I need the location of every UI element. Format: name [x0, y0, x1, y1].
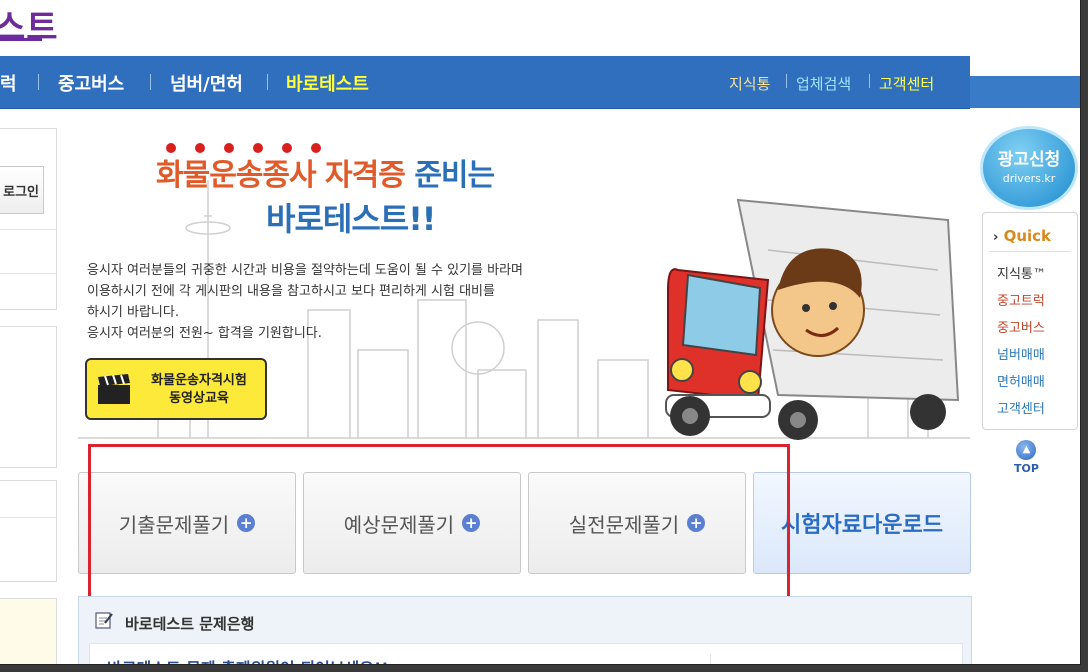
headline-part1: 화물운송종사 자격증: [156, 158, 406, 193]
memo-pencil-icon: [95, 612, 113, 629]
truck-illustration: [665, 198, 960, 440]
video-button-label: 화물운송자격시험 동영상교육: [139, 372, 259, 408]
left-panel-2: [0, 326, 57, 468]
divider: [0, 229, 56, 230]
nav-link-company-search[interactable]: 업체검색: [796, 73, 851, 94]
nav-item-barotest[interactable]: 바로테스트: [286, 70, 369, 96]
top-nav: 럭 중고버스 넘버/면허 바로테스트 지식통 업체검색 고객센터: [0, 56, 970, 109]
question-bank-link[interactable]: 바로테스트 문제 출제위원이 되어보세요!!: [107, 655, 389, 664]
desc-line: 이용하시기 전에 각 게시판의 내용을 참고하시고 보다 편리하게 시험 대비를: [87, 284, 495, 299]
nav-separator: [38, 74, 39, 90]
red-highlight-box: [88, 444, 790, 604]
tab-label: 시험자료다운로드: [781, 513, 943, 538]
video-education-button[interactable]: 화물운송자격시험 동영상교육: [85, 358, 267, 420]
nav-item-truck[interactable]: 럭: [0, 70, 17, 96]
divider: [0, 517, 56, 518]
quick-item-license-trade[interactable]: 면허매매: [997, 371, 1045, 390]
nav-separator: [786, 74, 787, 88]
quick-item-used-bus[interactable]: 중고버스: [997, 317, 1045, 336]
logo-underline: [0, 38, 42, 41]
ad-domain: drivers.kr: [1002, 172, 1056, 185]
divider: [0, 273, 56, 274]
scroll-top-button[interactable]: ▲ TOP: [1014, 440, 1039, 475]
desc-line: 응시자 여러분들의 귀중한 시간과 비용을 절약하는데 도움이 될 수 있기를 …: [87, 263, 524, 278]
desc-line: 응시자 여러분의 전원~ 합격을 기원합니다.: [87, 326, 322, 341]
left-panel-3: [0, 480, 57, 582]
quick-item-customer-center[interactable]: 고객센터: [997, 398, 1045, 417]
login-button[interactable]: 로그인: [0, 166, 44, 214]
divider: [710, 654, 711, 664]
headline-part2: 준비는: [414, 158, 495, 193]
top-label: TOP: [1014, 462, 1039, 475]
video-button-line2: 동영상교육: [169, 391, 229, 406]
divider: [989, 251, 1071, 252]
banner-subheadline: 바로테스트!!: [266, 200, 436, 238]
left-login-panel: [0, 128, 57, 310]
ad-request-button[interactable]: 광고신청 drivers.kr: [980, 126, 1078, 210]
banner-description: 응시자 여러분들의 귀중한 시간과 비용을 절약하는데 도움이 될 수 있기를 …: [87, 260, 647, 344]
desc-line: 하시기 바랍니다.: [87, 305, 179, 320]
arrow-up-icon: ▲: [1016, 440, 1037, 460]
left-panel-4: [0, 598, 57, 664]
quick-item-number-trade[interactable]: 넘버매매: [997, 344, 1045, 363]
nav-separator: [869, 74, 870, 88]
site-logo[interactable]: 스트: [0, 0, 59, 49]
nav-separator: [150, 74, 151, 90]
question-bank-panel: 바로테스트 문제은행 바로테스트 문제 출제위원이 되어보세요!!: [78, 596, 972, 664]
quick-item-used-truck[interactable]: 중고트럭: [997, 290, 1045, 309]
banner-headline: 화물운송종사 자격증 준비는: [156, 150, 495, 194]
question-bank-title: 바로테스트 문제은행: [125, 615, 255, 633]
nav-separator: [267, 74, 268, 90]
nav-item-number-license[interactable]: 넘버/면허: [170, 70, 243, 96]
quick-header: › Quick: [993, 227, 1051, 245]
quick-item-knowledge[interactable]: 지식통™: [997, 263, 1046, 282]
video-button-line1: 화물운송자격시험: [151, 373, 247, 388]
ad-title: 광고신청: [997, 150, 1061, 170]
nav-link-knowledge[interactable]: 지식통: [729, 73, 770, 94]
quick-menu: › Quick 지식통™ 중고트럭 중고버스 넘버매매 면허매매 고객센터: [982, 212, 1078, 430]
nav-bar-extension: [970, 76, 1080, 108]
chevron-right-icon: ›: [993, 230, 999, 245]
browser-frame: 스트 럭 중고버스 넘버/면허 바로테스트 지식통 업체검색 고객센터 로그인: [0, 0, 1081, 665]
clapperboard-icon: [98, 374, 130, 404]
nav-item-used-bus[interactable]: 중고버스: [58, 70, 124, 96]
main-banner: 화물운송종사 자격증 준비는 바로테스트!! 응시자 여러분들의 귀중한 시간과…: [78, 120, 970, 450]
nav-link-customer-center[interactable]: 고객센터: [879, 73, 934, 94]
quick-header-label: Quick: [1003, 227, 1052, 245]
